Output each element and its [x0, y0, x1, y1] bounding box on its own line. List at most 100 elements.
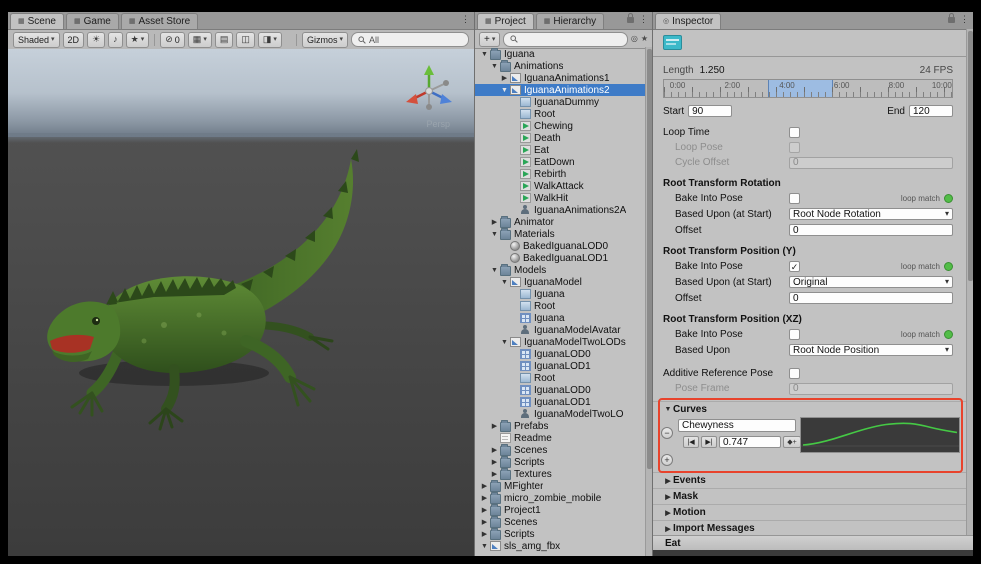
- expand-arrow-icon[interactable]: ▼: [480, 51, 489, 58]
- camera-settings-dropdown[interactable]: ◨ ▾: [258, 32, 282, 48]
- tree-item[interactable]: ▶ Project1: [475, 504, 645, 516]
- scene-view-tab[interactable]: ▦ Game: [66, 13, 119, 29]
- tool-settings-button[interactable]: ◫: [236, 32, 255, 48]
- shading-mode-dropdown[interactable]: Shaded ▾: [13, 32, 60, 48]
- based-upon-dropdown[interactable]: Root Node Position: [789, 344, 953, 356]
- based-upon-dropdown[interactable]: Original: [789, 276, 953, 288]
- loop-time-checkbox[interactable]: [789, 127, 800, 138]
- gizmos-dropdown[interactable]: Gizmos ▾: [302, 32, 348, 48]
- project-menu-icon[interactable]: ⋮: [639, 15, 648, 24]
- tree-item[interactable]: ▼ Iguana: [475, 48, 645, 60]
- preview-pane-header[interactable]: Eat: [653, 535, 973, 550]
- expand-arrow-icon[interactable]: ▶: [480, 495, 489, 502]
- tree-item[interactable]: Death: [475, 132, 645, 144]
- audio-toggle[interactable]: ♪: [108, 32, 123, 48]
- expand-arrow-icon[interactable]: ▶: [480, 483, 489, 490]
- tree-item[interactable]: ▶ micro_zombie_mobile: [475, 492, 645, 504]
- curves-foldout[interactable]: ▼ Curves: [653, 401, 966, 416]
- tree-item[interactable]: Chewing: [475, 120, 645, 132]
- step-first-button[interactable]: |◀: [683, 436, 699, 448]
- inspector-scrollbar[interactable]: [966, 29, 973, 535]
- tree-item[interactable]: IguanaAnimations2A: [475, 204, 645, 216]
- tree-item[interactable]: ▼ Animations: [475, 60, 645, 72]
- end-field[interactable]: 120: [909, 105, 953, 117]
- bake-into-pose-checkbox[interactable]: ✓: [789, 261, 800, 272]
- grid-dropdown[interactable]: ▦ ▾: [188, 32, 212, 48]
- tree-item[interactable]: Root: [475, 108, 645, 120]
- create-asset-button[interactable]: + ▾: [479, 32, 500, 47]
- tree-item[interactable]: ▶ IguanaAnimations1: [475, 72, 645, 84]
- project-area-tab[interactable]: ▦ Project: [477, 13, 534, 29]
- expand-arrow-icon[interactable]: ▶: [500, 75, 509, 82]
- inspector-foldout[interactable]: ▶ Mask: [653, 488, 966, 504]
- tree-item[interactable]: BakedIguanaLOD0: [475, 240, 645, 252]
- tree-item[interactable]: ▼ IguanaAnimations2: [475, 84, 645, 96]
- curve-name-field[interactable]: Chewyness: [678, 419, 796, 432]
- scene-view-tab[interactable]: ▦ Asset Store: [121, 13, 198, 29]
- tree-item[interactable]: WalkAttack: [475, 180, 645, 192]
- axis-gizmo[interactable]: [400, 61, 458, 119]
- project-scrollbar[interactable]: [645, 47, 652, 556]
- expand-arrow-icon[interactable]: ▼: [500, 279, 509, 286]
- inspector-foldout[interactable]: ▶ Events: [653, 472, 966, 488]
- inspector-tab[interactable]: ◎ Inspector: [655, 13, 721, 29]
- curve-value-field[interactable]: 0.747: [719, 436, 781, 448]
- 2d-toggle[interactable]: 2D: [63, 32, 85, 48]
- scene-view-tab[interactable]: ▦ Scene: [10, 13, 64, 29]
- lighting-toggle[interactable]: ☀: [87, 32, 105, 48]
- tree-item[interactable]: EatDown: [475, 156, 645, 168]
- visibility-filter-icon[interactable]: ◎: [631, 35, 638, 43]
- expand-arrow-icon[interactable]: ▼: [500, 339, 509, 346]
- expand-arrow-icon[interactable]: ▶: [490, 219, 499, 226]
- lock-icon[interactable]: [627, 17, 634, 23]
- tree-item[interactable]: IguanaLOD1: [475, 396, 645, 408]
- snap-toggle[interactable]: ▤: [215, 32, 234, 48]
- project-area-tab[interactable]: ▦ Hierarchy: [536, 13, 604, 29]
- expand-arrow-icon[interactable]: ▶: [490, 459, 499, 466]
- tree-item[interactable]: Root: [475, 300, 645, 312]
- remove-curve-button[interactable]: −: [661, 427, 673, 439]
- expand-arrow-icon[interactable]: ▼: [490, 63, 499, 70]
- tree-item[interactable]: ▶ Animator: [475, 216, 645, 228]
- based-upon-dropdown[interactable]: Root Node Rotation: [789, 208, 953, 220]
- tree-item[interactable]: ▶ Scripts: [475, 456, 645, 468]
- scene-search-input[interactable]: All: [351, 32, 469, 47]
- curve-preview[interactable]: [800, 417, 960, 453]
- offset-field[interactable]: 0: [789, 292, 953, 304]
- inspector-foldout[interactable]: ▶ Import Messages: [653, 520, 966, 536]
- step-last-button[interactable]: ▶|: [701, 436, 717, 448]
- tree-item[interactable]: IguanaDummy: [475, 96, 645, 108]
- inspector-menu-icon[interactable]: ⋮: [960, 15, 969, 24]
- tree-item[interactable]: ▼ IguanaModelTwoLODs: [475, 336, 645, 348]
- scene-menu-icon[interactable]: ⋮: [461, 15, 470, 24]
- expand-arrow-icon[interactable]: ▶: [480, 519, 489, 526]
- lock-icon[interactable]: [948, 17, 955, 23]
- projection-mode-label[interactable]: Persp: [426, 119, 450, 129]
- add-curve-button[interactable]: +: [661, 454, 673, 466]
- inspector-scrollbar-thumb[interactable]: [968, 31, 973, 281]
- tree-item[interactable]: ▶ Textures: [475, 468, 645, 480]
- offset-field[interactable]: 0: [789, 224, 953, 236]
- tree-item[interactable]: Rebirth: [475, 168, 645, 180]
- additive-reference-pose-checkbox[interactable]: [789, 368, 800, 379]
- tree-item[interactable]: WalkHit: [475, 192, 645, 204]
- tree-item[interactable]: ▼ Models: [475, 264, 645, 276]
- project-search-input[interactable]: [503, 32, 627, 47]
- tree-item[interactable]: ▼ IguanaModel: [475, 276, 645, 288]
- tree-item[interactable]: IguanaModelAvatar: [475, 324, 645, 336]
- add-key-icon[interactable]: ◆+: [783, 436, 801, 448]
- tree-item[interactable]: ▼ sls_amg_fbx: [475, 540, 645, 552]
- tree-item[interactable]: ▶ MFighter: [475, 480, 645, 492]
- bake-into-pose-checkbox[interactable]: [789, 193, 800, 204]
- effects-dropdown[interactable]: ★ ▾: [126, 32, 150, 48]
- tree-item[interactable]: ▶ Scripts: [475, 528, 645, 540]
- tree-item[interactable]: IguanaModelTwoLO: [475, 408, 645, 420]
- tree-item[interactable]: Root: [475, 372, 645, 384]
- inspector-foldout[interactable]: ▶ Motion: [653, 504, 966, 520]
- expand-arrow-icon[interactable]: ▶: [480, 531, 489, 538]
- tree-item[interactable]: ▼ Materials: [475, 228, 645, 240]
- tree-item[interactable]: Readme: [475, 432, 645, 444]
- bake-into-pose-checkbox[interactable]: [789, 329, 800, 340]
- expand-arrow-icon[interactable]: ▼: [480, 543, 489, 550]
- tree-item[interactable]: Iguana: [475, 312, 645, 324]
